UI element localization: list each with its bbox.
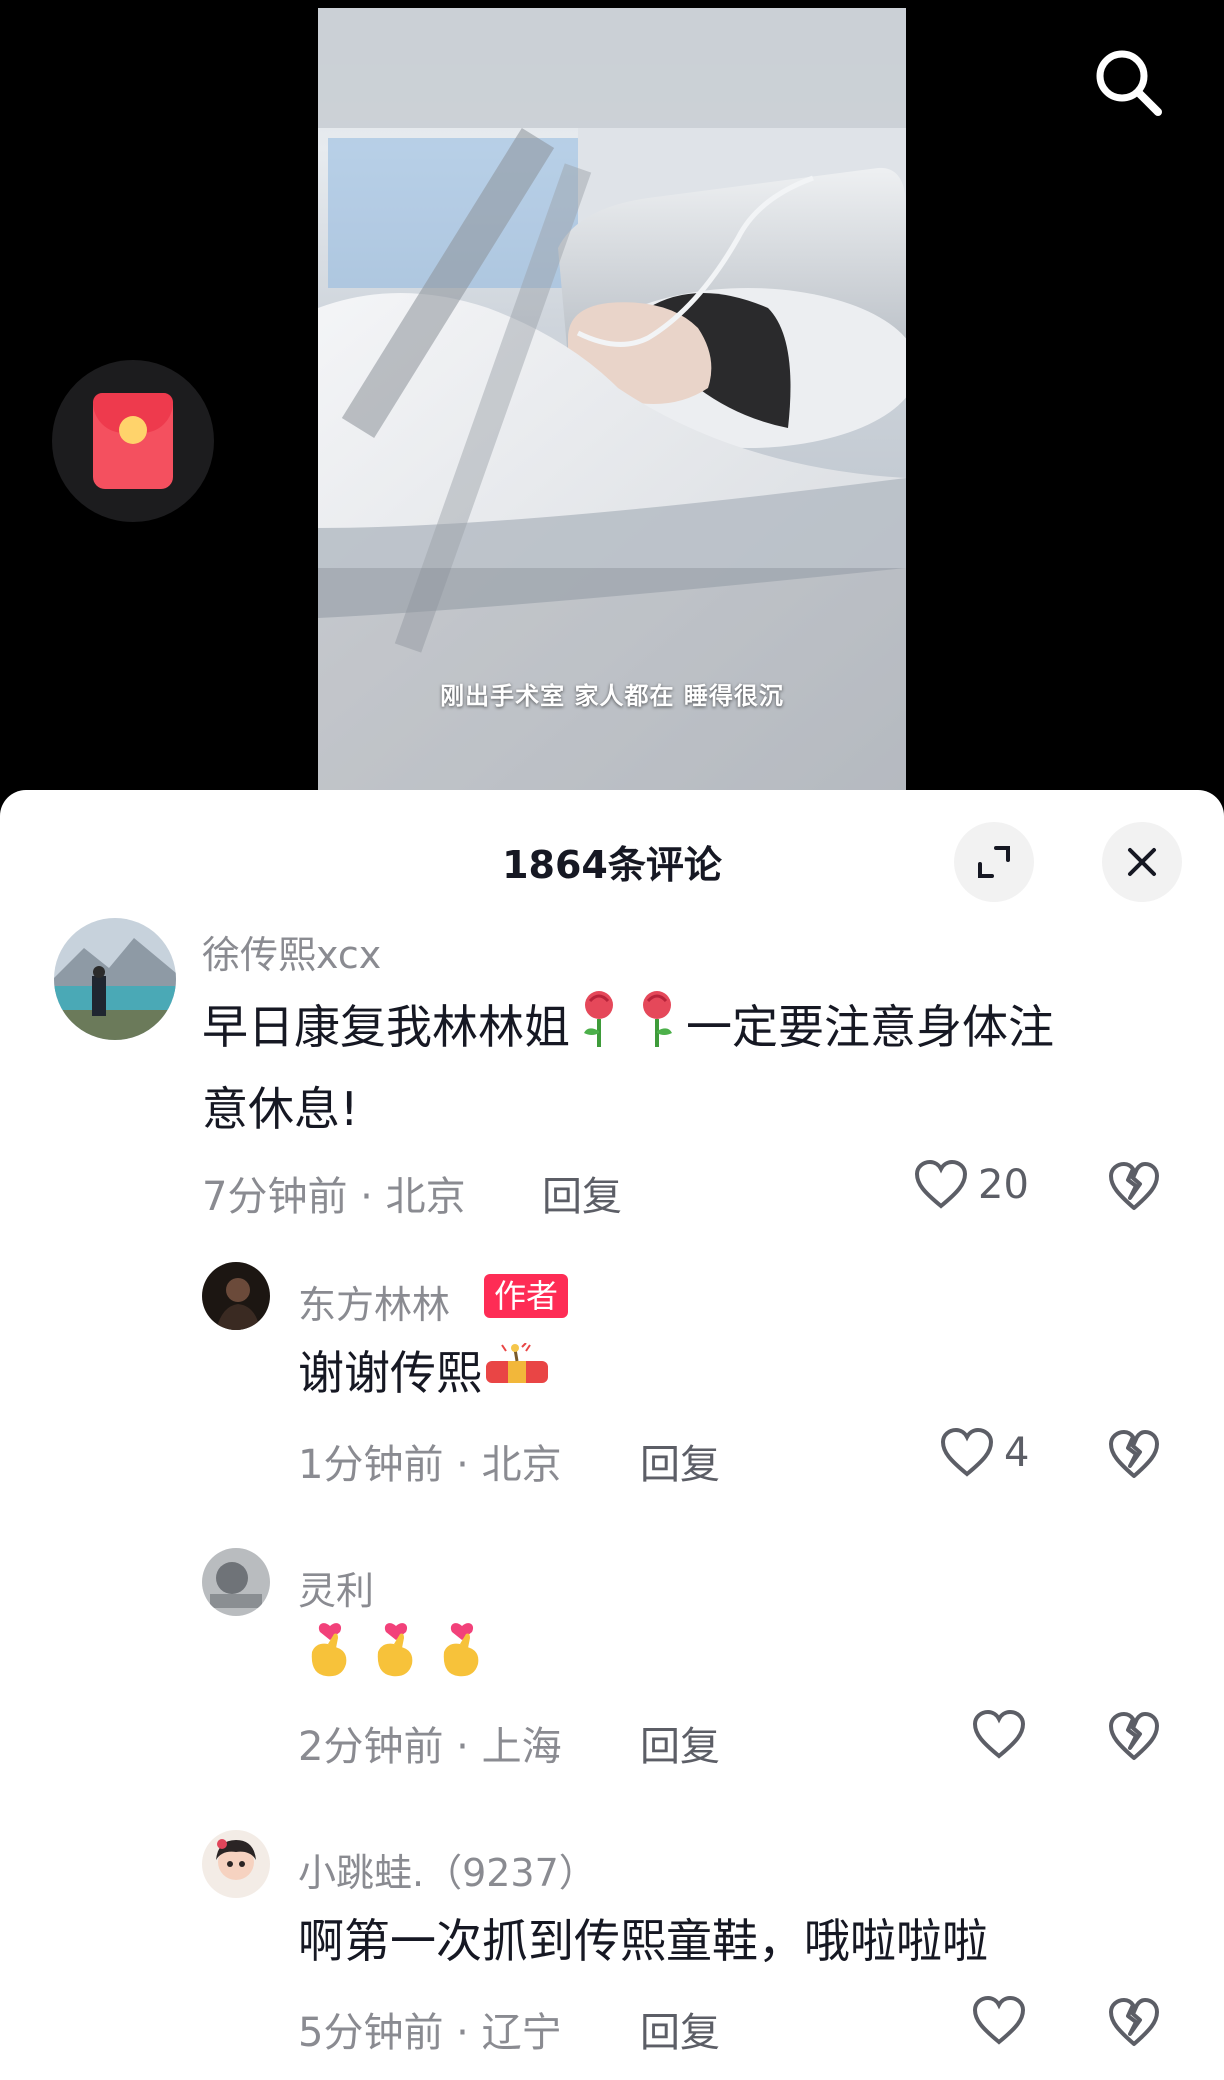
- video-frame[interactable]: 刚出手术室 家人都在 睡得很沉: [318, 8, 906, 790]
- comment-meta: 5分钟前 · 辽宁: [298, 2000, 562, 2058]
- broken-heart-icon: [1109, 1430, 1159, 1478]
- comments-count-title: 1864条评论: [502, 843, 722, 887]
- avatar-image: [54, 918, 176, 1040]
- comment-meta: 2分钟前 · 上海: [298, 1714, 562, 1772]
- comment-username[interactable]: 小跳蛙.（9237）: [298, 1842, 597, 1897]
- comment-meta: 1分钟前 · 北京: [298, 1432, 562, 1490]
- comment-text: 啊第一次抓到传熙童鞋，哦啦啦啦: [298, 1914, 988, 1968]
- reply-button[interactable]: 回复: [640, 1432, 720, 1490]
- video-scene: [318, 8, 906, 790]
- dislike-button[interactable]: [1108, 1712, 1160, 1766]
- search-icon: [1096, 50, 1162, 116]
- avatar-image: [202, 1262, 270, 1330]
- comment-text-part: 谢谢传熙: [298, 1346, 482, 1400]
- comment-text-part: 早日康复我林林姐: [202, 1000, 570, 1054]
- avatar-image: [202, 1548, 270, 1616]
- firecracker-emoji: [482, 1336, 552, 1418]
- avatar[interactable]: [202, 1830, 270, 1898]
- meta-separator: ·: [456, 1442, 469, 1488]
- comment-time: 1分钟前: [298, 1442, 444, 1488]
- search-button[interactable]: [1088, 42, 1168, 122]
- comment-text: 谢谢传熙: [298, 1332, 552, 1418]
- rose-emoji: [570, 987, 628, 1074]
- author-badge: 作者: [484, 1274, 569, 1318]
- finger-heart-emoji: [298, 1618, 364, 1707]
- finger-heart-emoji: [364, 1618, 430, 1707]
- reply-button[interactable]: 回复: [640, 2000, 720, 2058]
- comment-time: 2分钟前: [298, 1724, 444, 1770]
- heart-icon: [972, 1710, 1026, 1759]
- comment-text: 早日康复我林林姐 一定要注意身体注: [202, 986, 1054, 1074]
- like-button[interactable]: 4: [940, 1428, 1029, 1478]
- comment-text-part: 一定要注意身体注: [686, 1000, 1054, 1054]
- avatar[interactable]: [202, 1548, 270, 1616]
- red-packet-button[interactable]: [52, 360, 214, 522]
- rose-emoji: [628, 987, 686, 1074]
- broken-heart-icon: [1109, 1712, 1159, 1760]
- close-icon: [1128, 848, 1156, 876]
- dislike-button[interactable]: [1108, 1998, 1160, 2052]
- heart-icon: [972, 1996, 1026, 2045]
- like-count: 20: [978, 1162, 1029, 1208]
- comments-sheet: [0, 790, 1224, 2080]
- video-caption: 刚出手术室 家人都在 睡得很沉: [440, 682, 784, 710]
- comment-username[interactable]: 徐传熙xcx: [202, 924, 381, 979]
- meta-separator: ·: [360, 1174, 373, 1220]
- expand-button[interactable]: [954, 822, 1034, 902]
- comment-location: 辽宁: [481, 2010, 562, 2056]
- comment-text-line2: 意休息!: [202, 1082, 359, 1136]
- finger-heart-emoji: [430, 1618, 496, 1707]
- dislike-button[interactable]: [1108, 1430, 1160, 1484]
- broken-heart-icon: [1109, 1162, 1159, 1210]
- heart-icon: [914, 1160, 968, 1209]
- comment-meta: 7分钟前 · 北京: [202, 1164, 466, 1222]
- comment-time: 5分钟前: [298, 2010, 444, 2056]
- dislike-button[interactable]: [1108, 1162, 1160, 1216]
- avatar-image: [202, 1830, 270, 1898]
- expand-icon: [978, 846, 1010, 878]
- comment-text: [298, 1618, 496, 1707]
- reply-button[interactable]: 回复: [640, 1714, 720, 1772]
- comment-location: 北京: [481, 1442, 562, 1488]
- comment-username[interactable]: 东方林林: [298, 1274, 450, 1329]
- like-button[interactable]: [972, 1710, 1026, 1760]
- avatar[interactable]: [202, 1262, 270, 1330]
- like-button[interactable]: 20: [914, 1160, 1029, 1210]
- video-player[interactable]: 刚出手术室 家人都在 睡得很沉: [0, 0, 1224, 800]
- reply-button[interactable]: 回复: [542, 1164, 622, 1222]
- comment-location: 北京: [385, 1174, 466, 1220]
- comment-username[interactable]: 灵利: [298, 1560, 374, 1615]
- avatar[interactable]: [54, 918, 176, 1040]
- broken-heart-icon: [1109, 1998, 1159, 2046]
- comment-location: 上海: [481, 1724, 562, 1770]
- comment-time: 7分钟前: [202, 1174, 348, 1220]
- like-button[interactable]: [972, 1996, 1026, 2046]
- close-button[interactable]: [1102, 822, 1182, 902]
- meta-separator: ·: [456, 2010, 469, 2056]
- like-count: 4: [1004, 1430, 1030, 1476]
- red-packet-icon: [93, 393, 173, 489]
- meta-separator: ·: [456, 1724, 469, 1770]
- heart-icon: [940, 1428, 994, 1477]
